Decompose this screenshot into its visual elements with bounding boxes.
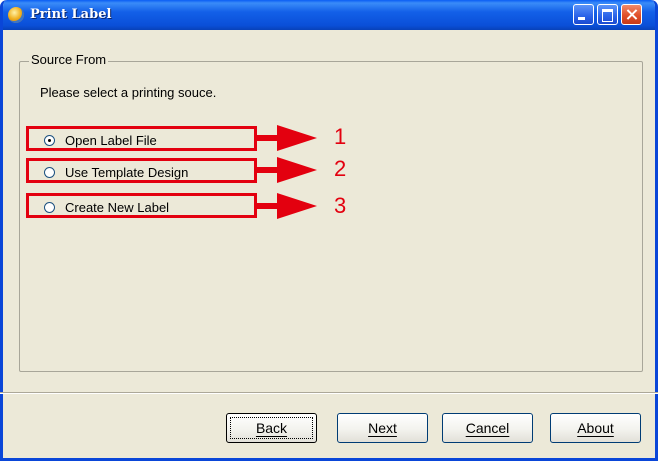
callout-number: 1 bbox=[334, 124, 347, 149]
cancel-button[interactable]: Cancel bbox=[442, 413, 533, 443]
highlight-box bbox=[26, 193, 257, 218]
window-title: Print Label bbox=[30, 7, 112, 22]
separator bbox=[0, 392, 658, 394]
callout-number: 2 bbox=[334, 156, 347, 181]
about-button[interactable]: About bbox=[550, 413, 641, 443]
title-bar[interactable]: Print Label bbox=[3, 0, 655, 30]
back-button[interactable]: Back bbox=[226, 413, 317, 443]
highlight-box bbox=[26, 158, 257, 183]
source-from-label: Source From bbox=[29, 52, 109, 67]
minimize-icon[interactable] bbox=[573, 4, 594, 25]
close-icon[interactable] bbox=[621, 4, 642, 25]
red-arrow-icon bbox=[257, 157, 317, 183]
callout-number: 3 bbox=[334, 193, 347, 218]
red-arrow-icon bbox=[257, 125, 317, 151]
maximize-icon[interactable] bbox=[597, 4, 618, 25]
instruction-text: Please select a printing souce. bbox=[40, 85, 217, 100]
app-globe-icon bbox=[8, 7, 24, 23]
highlight-box bbox=[26, 126, 257, 151]
next-button[interactable]: Next bbox=[337, 413, 428, 443]
red-arrow-icon bbox=[257, 193, 317, 219]
